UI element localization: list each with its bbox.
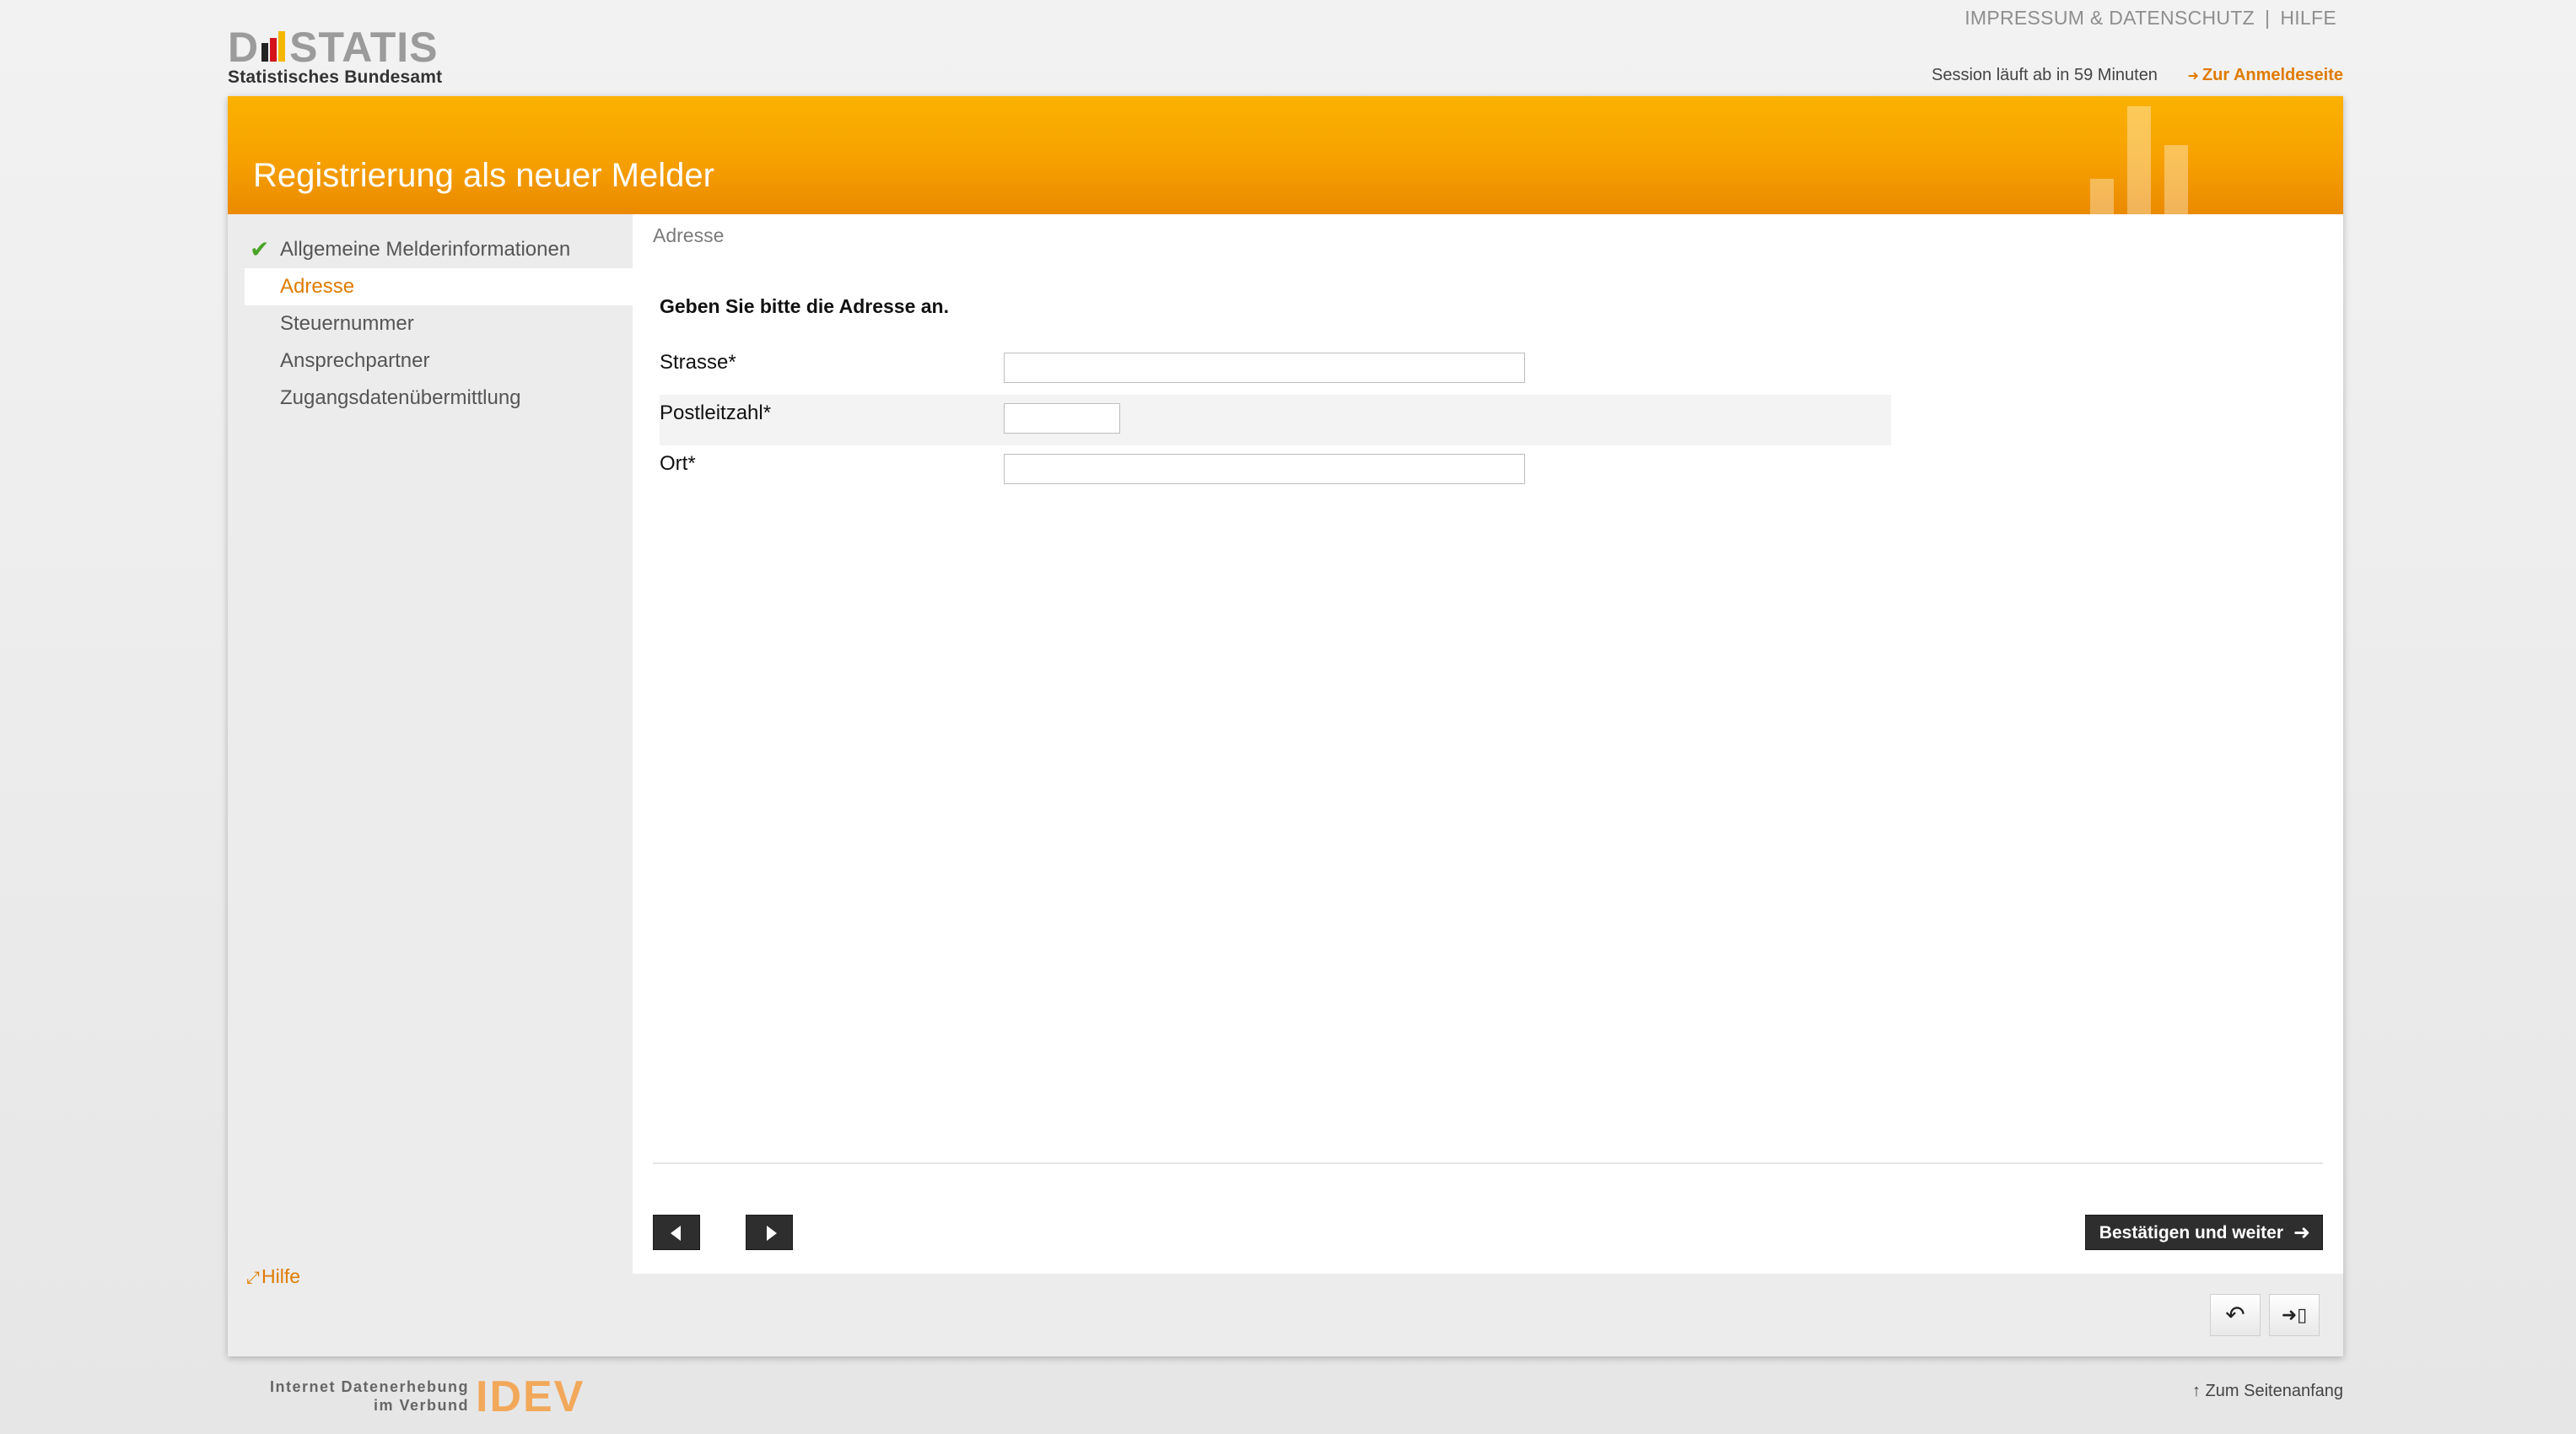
ort-input[interactable] (1004, 454, 1525, 484)
triangle-right-icon (767, 1226, 777, 1241)
sidebar-item-steuernummer[interactable]: Steuernummer (245, 305, 633, 342)
undo-icon: ↶ (2225, 1302, 2245, 1328)
arrow-right-icon: ➜ (2293, 1221, 2310, 1244)
help-link[interactable]: ⤢Hilfe (246, 1265, 300, 1288)
logo-wordmark: D STATIS (228, 25, 438, 69)
form-row-strasse: Strasse* (660, 344, 1891, 395)
page-banner: Registrierung als neuer Melder (228, 96, 2343, 214)
logo-subtitle: Statistisches Bundesamt (228, 67, 443, 87)
confirm-and-continue-button[interactable]: Bestätigen und weiter ➜ (2084, 1215, 2323, 1250)
checkmark-icon: ✔ (250, 236, 270, 262)
postleitzahl-label: Postleitzahl* (660, 402, 772, 424)
session-timer-text: Session läuft ab in 59 Minuten (1931, 66, 2158, 84)
idev-logo: Internet Datenerhebung im Verbund IDEV (268, 1373, 606, 1421)
sidebar-item-adresse[interactable]: Adresse (245, 268, 633, 305)
top-links-separator: | (2265, 7, 2271, 29)
next-button[interactable] (746, 1215, 793, 1250)
form-row-ort: Ort* (660, 445, 1891, 496)
flag-bars-icon (260, 31, 288, 62)
exit-door-icon: ➜▯ (2281, 1304, 2308, 1325)
sidebar-item-label: Steuernummer (280, 312, 414, 335)
breadcrumb: Adresse (653, 224, 725, 246)
sidebar-item-label: Allgemeine Melderinformationen (280, 238, 571, 261)
login-page-link[interactable]: Zur Anmeldeseite (2202, 66, 2343, 84)
arrow-right-icon: ➜ (2187, 69, 2199, 84)
form-row-postleitzahl: Postleitzahl* (660, 395, 1891, 445)
ort-label: Ort* (660, 452, 696, 475)
page-title: Registrierung als neuer Melder (253, 157, 714, 194)
confirm-button-label: Bestätigen und weiter (2099, 1223, 2283, 1243)
undo-button[interactable]: ↶ (2210, 1294, 2261, 1336)
logo-letters-statis: STATIS (289, 24, 439, 71)
idev-logo-line2: im Verbund (373, 1397, 469, 1414)
divider (653, 1162, 2323, 1164)
previous-button[interactable] (653, 1215, 700, 1250)
form-panel: Adresse Geben Sie bitte die Adresse an. … (633, 214, 2343, 1274)
sidebar-item-label: Zugangsdatenübermittlung (280, 386, 521, 409)
sidebar-item-ansprechpartner[interactable]: Ansprechpartner (245, 342, 633, 380)
impressum-link[interactable]: IMPRESSUM & DATENSCHUTZ (1964, 7, 2255, 29)
idev-logo-mark: IDEV (476, 1372, 585, 1421)
help-top-link[interactable]: HILFE (2280, 7, 2336, 29)
triangle-left-icon (671, 1226, 681, 1241)
sidebar-item-zugangsdatenuebermittlung[interactable]: Zugangsdatenübermittlung (245, 380, 633, 417)
destatis-logo: D STATIS Statistisches Bundesamt (228, 25, 481, 93)
top-links: IMPRESSUM & DATENSCHUTZ | HILFE (1964, 7, 2336, 30)
postleitzahl-input[interactable] (1004, 403, 1120, 434)
strasse-label: Strasse* (660, 351, 736, 374)
idev-logo-line1: Internet Datenerhebung (269, 1378, 469, 1395)
bar-graphic-icon (2090, 106, 2191, 214)
session-bar: Session läuft ab in 59 Minuten ➜ Zur Anme… (1932, 66, 2343, 85)
sidebar-item-label: Adresse (280, 275, 355, 298)
form-instruction: Geben Sie bitte die Adresse an. (660, 295, 949, 317)
help-link-label: Hilfe (261, 1265, 301, 1287)
main-frame: Registrierung als neuer Melder ✔ Allgeme… (228, 96, 2343, 1356)
logo-letter-d: D (228, 24, 260, 71)
sidebar-item-label: Ansprechpartner (280, 349, 430, 372)
sidebar-item-allgemeine-melderinformationen[interactable]: ✔ Allgemeine Melderinformationen (245, 231, 633, 268)
strasse-input[interactable] (1004, 353, 1525, 383)
step-sidebar: ✔ Allgemeine Melderinformationen Adresse… (228, 214, 633, 1356)
exit-button[interactable]: ➜▯ (2269, 1294, 2320, 1336)
back-to-top-link[interactable]: ↑ Zum Seitenanfang (2192, 1382, 2343, 1401)
external-link-icon: ⤢ (246, 1269, 260, 1287)
